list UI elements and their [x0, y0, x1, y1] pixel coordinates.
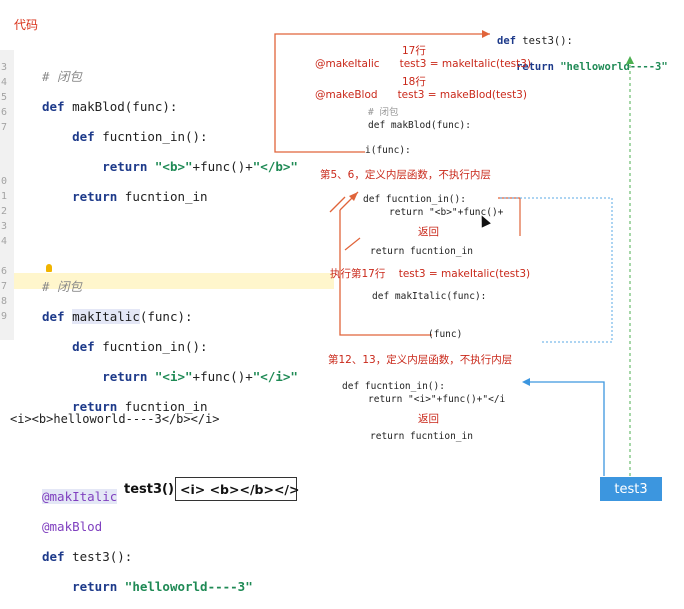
snippet-return-i: return "<i>"+func()+"</i	[368, 394, 506, 405]
note-decorator-italic: @makeItalic test3 = makeItalic(test3)	[315, 58, 532, 70]
snippet-func-arg-2: (func)	[428, 329, 463, 340]
snippet-def-makitalic: def makItalic(func):	[372, 291, 487, 302]
code-line: return "helloworld----3"	[72, 579, 253, 594]
snippet-return-inner-2: return fucntion_in	[370, 431, 473, 442]
annotation-arrows	[274, 30, 634, 476]
snippet-def-inner-i: def fucntion_in():	[342, 381, 445, 392]
snippet-return-inner-1: return fucntion_in	[370, 246, 473, 257]
note-define-inner-2: 第12、13，定义内层函数，不执行内层	[328, 354, 513, 366]
note-define-inner-1: 第5、6，定义内层函数，不执行内层	[320, 169, 491, 181]
footer-output-box: <i> <b></b></>	[175, 477, 299, 501]
note-decorator-blod: @makeBlod test3 = makeBlod(test3)	[315, 89, 527, 101]
note-return-2: 返回	[418, 413, 439, 425]
snippet-def-makblod: def makBlod(func):	[368, 120, 471, 131]
code-line: def test3():	[42, 549, 133, 564]
snippet-func-arg: i(func):	[365, 145, 411, 156]
note-line17: 17行	[402, 45, 426, 57]
note-exec-line17: 执行第17行 test3 = makeItalic(test3)	[330, 268, 531, 280]
snippet-comment: # 闭包	[368, 107, 399, 118]
output-result: <i><b>helloworld----3</b></i>	[10, 412, 220, 426]
note-line18: 18行	[402, 76, 426, 88]
footer-call-label: test3()	[124, 482, 174, 497]
note-return-1: 返回	[418, 226, 439, 238]
test3-badge: test3	[600, 477, 662, 501]
snippet-def-inner-b: def fucntion_in():	[363, 194, 466, 205]
